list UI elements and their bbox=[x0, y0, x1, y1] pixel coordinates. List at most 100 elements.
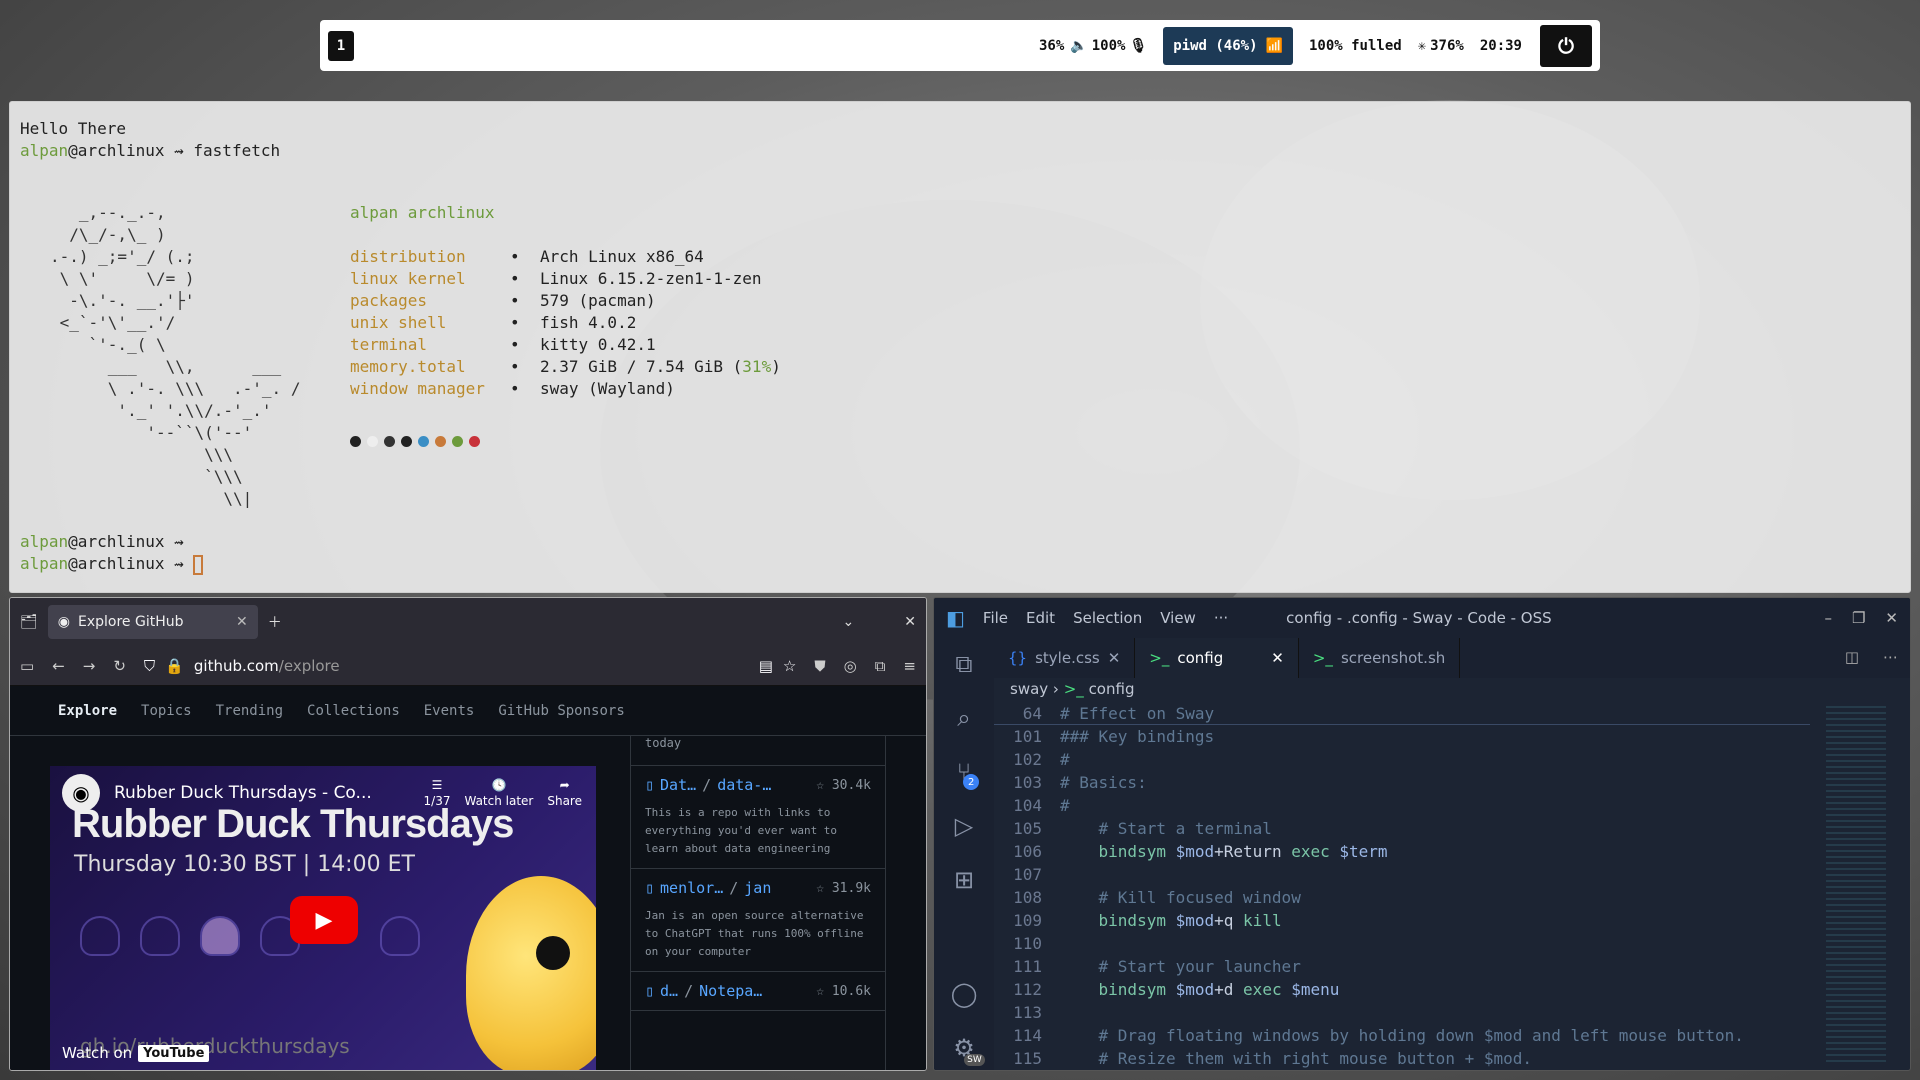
reload-icon[interactable]: ↻ bbox=[113, 657, 126, 675]
activity-bar: ⧉ ⌕ ⑂ 2 ▷ ⊞ ◯ ⚙ SW bbox=[934, 638, 994, 1070]
line-number: 108 bbox=[1013, 888, 1042, 907]
watch-on-label: Watch on bbox=[62, 1044, 133, 1062]
code-line: 103 # Basics: bbox=[994, 771, 1810, 794]
back-icon[interactable]: ← bbox=[52, 657, 65, 675]
star-icon[interactable]: ☆ bbox=[816, 881, 824, 896]
menu-item[interactable]: View bbox=[1160, 609, 1196, 627]
tab-explore-github[interactable]: ◉ Explore GitHub ✕ bbox=[47, 605, 258, 639]
repo-card[interactable]: ▯ d… / Notepa… ☆ 10.6k bbox=[631, 972, 885, 1011]
tab-overview-icon[interactable]: 🗂 bbox=[20, 614, 38, 630]
code-line: 111 # Start your launcher bbox=[994, 955, 1810, 978]
close-tab-icon[interactable]: ✕ bbox=[1108, 649, 1121, 667]
network-status[interactable]: piwd (46%) 📶 bbox=[1163, 26, 1293, 65]
code-lines[interactable]: 64 # Effect on Sway 101 ### Key bindings 102… bbox=[994, 702, 1810, 1070]
new-tab-icon[interactable]: ＋ bbox=[268, 612, 282, 632]
info-row: packages • 579 (pacman) bbox=[350, 290, 781, 312]
line-content: ### Key bindings bbox=[1060, 727, 1215, 746]
repo-name[interactable]: data-… bbox=[717, 776, 771, 794]
repo-name[interactable]: jan bbox=[744, 879, 771, 897]
playlist-button[interactable]: ☰ 1/37 bbox=[424, 778, 451, 808]
watch-later-button[interactable]: 🕓 Watch later bbox=[464, 778, 533, 808]
power-button[interactable]: ⏻ bbox=[1540, 24, 1592, 67]
star-icon[interactable]: ☆ bbox=[816, 778, 824, 793]
subnav-item[interactable]: GitHub Sponsors bbox=[498, 703, 624, 719]
subnav-item[interactable]: Trending bbox=[216, 703, 283, 719]
chevron-down-icon[interactable]: ⌄ bbox=[843, 614, 855, 630]
menu-item[interactable]: Edit bbox=[1026, 609, 1055, 627]
share-label: Share bbox=[547, 794, 582, 808]
video-channel-title[interactable]: Rubber Duck Thursdays - Co... bbox=[114, 783, 372, 803]
volume-status[interactable]: 🔈 100% 🎙 bbox=[1070, 38, 1147, 54]
run-debug-icon[interactable]: ▷ bbox=[955, 812, 973, 840]
reader-view-icon[interactable]: ▤ bbox=[759, 657, 773, 675]
account-icon[interactable]: ◯ bbox=[951, 980, 978, 1008]
account-icon[interactable]: ◎ bbox=[844, 657, 857, 675]
share-button[interactable]: ➦ Share bbox=[547, 778, 582, 808]
subnav-item[interactable]: Collections bbox=[307, 703, 400, 719]
sidebar-icon[interactable]: ▭ bbox=[20, 657, 34, 675]
close-tab-icon[interactable]: ✕ bbox=[1271, 649, 1284, 667]
menu-item[interactable]: ··· bbox=[1214, 609, 1228, 627]
workspace-indicator[interactable]: 1 bbox=[328, 30, 354, 61]
brightness-status[interactable]: 36% bbox=[1039, 38, 1064, 54]
channel-logo[interactable]: ◉ bbox=[62, 774, 100, 812]
shell-file-icon: >_ bbox=[1063, 680, 1084, 698]
settings-gear-icon[interactable]: ⚙ SW bbox=[953, 1034, 985, 1066]
menu-item[interactable]: File bbox=[983, 609, 1008, 627]
color-swatch bbox=[350, 436, 361, 447]
color-swatch bbox=[418, 436, 429, 447]
duck-eye bbox=[536, 936, 570, 970]
color-swatch bbox=[469, 436, 480, 447]
breadcrumb-folder[interactable]: sway bbox=[1010, 680, 1048, 698]
maximize-icon[interactable]: ❐ bbox=[1852, 609, 1865, 627]
pocket-icon[interactable]: ⛊ bbox=[814, 657, 825, 675]
tab-config[interactable]: >_ config ✕ bbox=[1135, 638, 1299, 678]
close-tab-icon[interactable]: ✕ bbox=[236, 614, 248, 630]
close-icon[interactable]: ✕ bbox=[1885, 609, 1898, 627]
bookmark-star-icon[interactable]: ☆ bbox=[783, 657, 796, 675]
tab-screenshot-sh[interactable]: >_ screenshot.sh bbox=[1299, 638, 1461, 678]
menu-icon[interactable]: ≡ bbox=[903, 657, 916, 675]
minimize-icon[interactable]: – bbox=[1824, 609, 1832, 627]
repo-owner[interactable]: menlor… bbox=[660, 879, 723, 897]
explorer-icon[interactable]: ⧉ bbox=[955, 650, 972, 678]
network-label: piwd (46%) bbox=[1173, 37, 1258, 54]
minimap[interactable] bbox=[1826, 706, 1886, 1066]
youtube-logo: YouTube bbox=[138, 1044, 210, 1062]
breadcrumb-file[interactable]: config bbox=[1089, 680, 1135, 698]
clock[interactable]: 20:39 bbox=[1480, 38, 1522, 54]
cpu-status[interactable]: ✳ 376% bbox=[1418, 38, 1464, 54]
repo-card[interactable]: ▯ Dat… / data-… ☆ 30.4k This is a repo with l… bbox=[631, 766, 885, 869]
close-window-icon[interactable]: ✕ bbox=[904, 614, 916, 630]
search-icon[interactable]: ⌕ bbox=[957, 704, 970, 732]
terminal-window[interactable]: Hello There alpan@archlinux ⇝ fastfetch … bbox=[9, 101, 1911, 593]
subnav-item[interactable]: Topics bbox=[141, 703, 192, 719]
vscode-logo-icon: ◧ bbox=[946, 606, 965, 630]
prompt-line[interactable]: alpan@archlinux ⇝ bbox=[20, 553, 204, 575]
subnav-item[interactable]: Explore bbox=[58, 703, 117, 719]
repo-stars: 31.9k bbox=[831, 880, 871, 896]
menu-item[interactable]: Selection bbox=[1073, 609, 1142, 627]
split-editor-icon[interactable]: ◫ bbox=[1833, 638, 1871, 678]
extensions-icon[interactable]: ⧉ bbox=[875, 657, 886, 675]
watch-on-youtube[interactable]: Watch on YouTube bbox=[62, 1044, 210, 1062]
star-icon[interactable]: ☆ bbox=[816, 984, 824, 999]
tab-style-css[interactable]: {} style.css ✕ bbox=[994, 638, 1136, 678]
info-tail: ) bbox=[771, 357, 781, 376]
subnav-item[interactable]: Events bbox=[424, 703, 475, 719]
url-path: /explore bbox=[278, 656, 340, 675]
extensions-icon[interactable]: ⊞ bbox=[954, 866, 974, 894]
more-actions-icon[interactable]: ⋯ bbox=[1871, 638, 1910, 678]
line-content: bindsym $mod+q kill bbox=[1098, 911, 1282, 930]
play-button[interactable]: ▶ bbox=[290, 896, 358, 944]
forward-icon[interactable]: → bbox=[83, 657, 96, 675]
video-embed[interactable]: Rubber Duck Thursdays Thursday 10:30 BST… bbox=[50, 766, 596, 1070]
info-row: unix shell • fish 4.0.2 bbox=[350, 312, 781, 334]
repo-owner[interactable]: Dat… bbox=[660, 776, 696, 794]
repo-owner[interactable]: d… bbox=[660, 982, 678, 1000]
repo-name[interactable]: Notepa… bbox=[699, 982, 762, 1000]
source-control-icon[interactable]: ⑂ 2 bbox=[957, 758, 980, 790]
battery-status[interactable]: 100% fulled bbox=[1309, 38, 1402, 54]
repo-card[interactable]: ▯ menlor… / jan ☆ 31.9k Jan is an open source… bbox=[631, 869, 885, 972]
url-bar[interactable]: ⛉ 🔒 github.com/explore ▤ ☆ bbox=[144, 657, 796, 675]
